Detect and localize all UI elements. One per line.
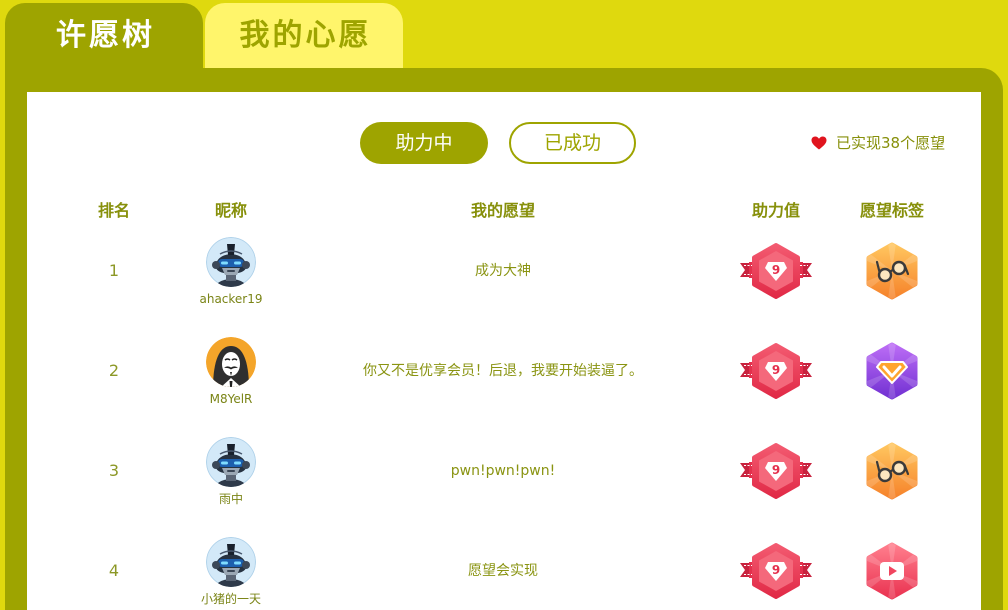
glasses-icon (864, 241, 920, 301)
wish-tag (864, 341, 920, 401)
rank-number: 4 (108, 561, 120, 580)
column-header-boost: 助力值 (751, 201, 800, 220)
column-header-wish: 我的愿望 (470, 201, 535, 220)
rank-number: 1 (108, 261, 120, 280)
boost-badge: 9 (740, 241, 812, 301)
filter-in-progress-button[interactable]: 助力中 (360, 122, 488, 164)
avatar[interactable] (206, 237, 256, 287)
rank-number: 2 (108, 361, 120, 380)
boost-badge: 9 (740, 341, 812, 401)
column-header-nickname: 昵称 (214, 201, 247, 220)
robot-helmet-icon (206, 537, 256, 587)
boost-badge-icon: 9 (740, 343, 812, 399)
table-row: 1 ahacker19 成为大神 9 (27, 221, 981, 309)
achieved-count-text: 已实现38个愿望 (836, 134, 946, 152)
boost-value: 9 (772, 263, 780, 277)
boost-value: 9 (772, 363, 780, 377)
robot-helmet-icon (206, 237, 256, 287)
vip-diamond-icon (864, 341, 920, 401)
rank-number: 3 (108, 461, 120, 480)
column-header-tag: 愿望标签 (859, 201, 924, 220)
filter-succeeded-button[interactable]: 已成功 (509, 122, 636, 164)
robot-helmet-icon (206, 437, 256, 487)
avatar[interactable] (206, 337, 256, 387)
wish-text: 你又不是优享会员！后退，我要开始装逼了。 (363, 363, 643, 379)
tab-my-wishes[interactable]: 我的心愿 (205, 3, 403, 68)
nickname: 雨中 (218, 492, 243, 506)
avatar[interactable] (206, 437, 256, 487)
wish-text: 愿望会实现 (468, 563, 538, 579)
tab-wish-tree[interactable]: 许愿树 (5, 3, 203, 73)
wish-tag (864, 441, 920, 501)
nickname: ahacker19 (199, 292, 263, 306)
nickname: M8YelR (209, 392, 253, 406)
column-header-rank: 排名 (97, 201, 130, 220)
anonymous-mask-icon (206, 337, 256, 387)
table-row: 3 雨中 pwn!pwn!pwn! 9 (27, 421, 981, 509)
boost-badge: 9 (740, 541, 812, 601)
boost-value: 9 (772, 563, 780, 577)
table-row: 4 小猪的一天 愿望会实现 9 (27, 521, 981, 609)
wish-text: 成为大神 (475, 263, 531, 279)
glasses-icon (864, 441, 920, 501)
wish-list-panel: 助力中 已成功 已实现38个愿望 排名 昵称 我的愿望 助力值 愿望标签 1 a… (27, 92, 981, 610)
heart-icon (811, 136, 827, 150)
boost-badge-icon: 9 (740, 443, 812, 499)
avatar[interactable] (206, 537, 256, 587)
play-icon (864, 541, 920, 601)
boost-badge-icon: 9 (740, 243, 812, 299)
boost-badge-icon: 9 (740, 543, 812, 599)
nickname: 小猪的一天 (200, 592, 261, 606)
wish-tag (864, 241, 920, 301)
table-row: 2 M8YelR 你又不是优享会员！后退，我要开始装逼了。 9 (27, 321, 981, 409)
wish-tag (864, 541, 920, 601)
boost-badge: 9 (740, 441, 812, 501)
boost-value: 9 (772, 463, 780, 477)
wish-text: pwn!pwn!pwn! (450, 463, 556, 479)
